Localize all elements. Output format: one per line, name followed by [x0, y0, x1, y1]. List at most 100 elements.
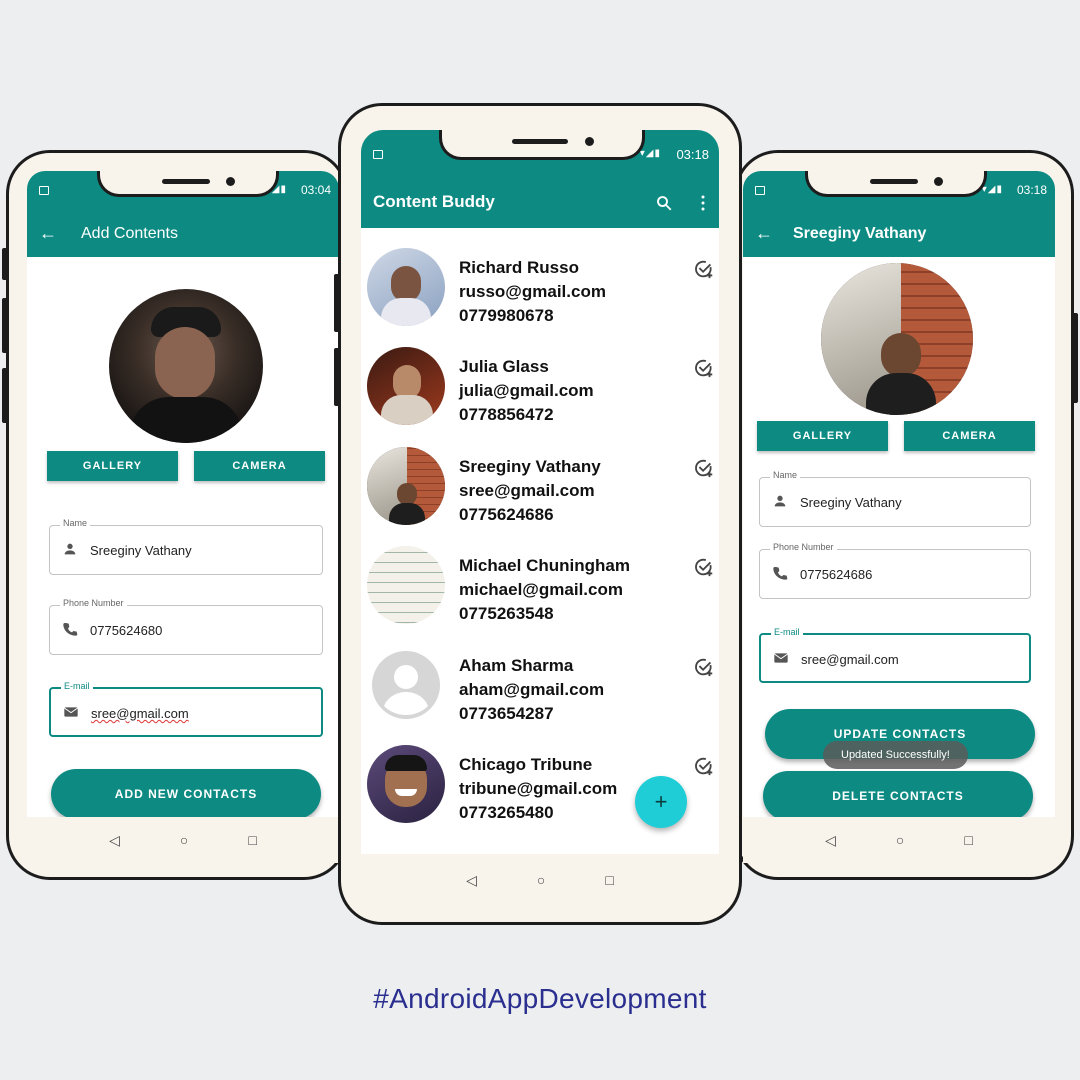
contact-avatar: [367, 248, 445, 326]
name-field[interactable]: Name Sreeginy Vathany: [759, 470, 1031, 527]
nav-bar: ◁ ○ □: [361, 854, 719, 906]
contact-email: tribune@gmail.com: [459, 779, 618, 798]
contact-name: Michael Chuningham: [459, 556, 630, 575]
email-field[interactable]: E-mail sree@gmail.com: [759, 627, 1031, 683]
app-bar: ← Add Contents: [27, 211, 339, 257]
contact-avatar: [367, 745, 445, 823]
signal-icon: ▾◢▮: [981, 184, 1003, 195]
name-field[interactable]: Name Sreeginy Vathany: [49, 518, 323, 575]
toast-message: Updated Successfully!: [823, 741, 968, 769]
contact-email: aham@gmail.com: [459, 680, 605, 699]
center-screen: ▾◢▮ 03:18 Content Buddy Richard Russo ru…: [361, 130, 719, 862]
add-task-icon[interactable]: [693, 656, 715, 678]
image-notification-icon: [755, 186, 765, 195]
email-field[interactable]: E-mail sree@gmail.com: [49, 681, 323, 737]
photo-shirt: [866, 373, 936, 415]
name-value: Sreeginy Vathany: [90, 543, 192, 558]
contact-email: michael@gmail.com: [459, 580, 623, 599]
phone-value: 0775624680: [90, 623, 163, 638]
person-icon: [64, 543, 76, 555]
camera-button[interactable]: CAMERA: [904, 421, 1035, 451]
front-camera: [585, 137, 594, 146]
speaker: [162, 179, 210, 184]
contact-item[interactable]: Richard Russo russo@gmail.com 0779980678: [361, 236, 719, 335]
contact-avatar: [367, 646, 445, 724]
nav-home-icon[interactable]: ○: [896, 832, 904, 848]
gallery-button[interactable]: GALLERY: [757, 421, 888, 451]
contact-item[interactable]: Michael Chuningham michael@gmail.com 077…: [361, 534, 719, 633]
camera-button[interactable]: CAMERA: [194, 451, 325, 481]
contact-phone: 0779980678: [459, 306, 554, 325]
right-phone-side-button: [1072, 313, 1078, 403]
nav-back-icon[interactable]: ◁: [109, 832, 120, 849]
contact-item[interactable]: Aham Sharma aham@gmail.com 0773654287: [361, 634, 719, 733]
left-phone-side-button: [2, 298, 8, 353]
center-phone: ▾◢▮ 03:18 Content Buddy Richard Russo ru…: [334, 103, 742, 925]
right-screen: ▾◢▮ 03:18 ← Sreeginy Vathany GALLERY CAM…: [743, 171, 1055, 819]
photo-face: [155, 327, 215, 399]
email-label: E-mail: [61, 681, 93, 691]
signal-icon: ▾◢▮: [639, 148, 661, 159]
contact-name: Julia Glass: [459, 357, 549, 376]
nav-back-icon[interactable]: ◁: [825, 832, 836, 849]
app-bar: Content Buddy: [361, 178, 719, 228]
nav-back-icon[interactable]: ◁: [466, 872, 477, 889]
contact-item[interactable]: Sreeginy Vathany sree@gmail.com 07756246…: [361, 435, 719, 534]
status-time: 03:18: [1016, 183, 1047, 197]
delete-contacts-button[interactable]: DELETE CONTACTS: [763, 771, 1033, 819]
email-value: sree@gmail.com: [801, 652, 899, 667]
contact-item[interactable]: Julia Glass julia@gmail.com 0778856472: [361, 335, 719, 434]
page-title: Sreeginy Vathany: [793, 225, 927, 242]
left-phone: ▾◢▮ 03:04 ← Add Contents GALLERY CAMERA …: [2, 150, 352, 880]
nav-home-icon[interactable]: ○: [180, 832, 188, 848]
contact-avatar: [367, 347, 445, 425]
contact-phone: 0775263548: [459, 604, 554, 623]
photo-face: [881, 333, 921, 377]
center-phone-side-button: [334, 274, 340, 332]
contact-avatar: [367, 447, 445, 525]
add-task-icon[interactable]: [693, 755, 715, 777]
contact-email: sree@gmail.com: [459, 481, 595, 500]
phone-notch: [439, 130, 645, 160]
add-task-icon[interactable]: [693, 457, 715, 479]
phone-label: Phone Number: [60, 598, 127, 608]
add-task-icon[interactable]: [693, 357, 715, 379]
nav-bar: ◁ ○ □: [743, 817, 1055, 863]
nav-home-icon[interactable]: ○: [537, 872, 545, 888]
nav-recents-icon[interactable]: □: [964, 832, 972, 848]
email-value: sree@gmail.com: [91, 706, 189, 721]
nav-recents-icon[interactable]: □: [248, 832, 256, 848]
app-bar: ← Sreeginy Vathany: [743, 211, 1055, 257]
phone-value: 0775624686: [800, 567, 873, 582]
back-arrow-icon[interactable]: ←: [39, 223, 57, 244]
status-time: 03:04: [300, 183, 331, 197]
phone-field[interactable]: Phone Number 0775624686: [759, 542, 1031, 599]
back-arrow-icon[interactable]: ←: [755, 223, 773, 244]
contact-name: Aham Sharma: [459, 656, 574, 675]
phone-field[interactable]: Phone Number 0775624680: [49, 598, 323, 655]
contact-name: Chicago Tribune: [459, 755, 593, 774]
left-phone-side-button: [2, 248, 8, 280]
gallery-button[interactable]: GALLERY: [47, 451, 178, 481]
search-icon[interactable]: [655, 194, 673, 212]
more-vert-icon[interactable]: [695, 194, 711, 212]
nav-recents-icon[interactable]: □: [605, 872, 613, 888]
photo-shirt: [129, 397, 243, 443]
contact-email: julia@gmail.com: [459, 381, 594, 400]
front-camera: [934, 177, 943, 186]
phone-icon: [63, 623, 78, 636]
contact-phone: 0775624686: [459, 505, 554, 524]
add-contact-fab[interactable]: +: [635, 776, 687, 828]
speaker: [512, 139, 568, 144]
mail-icon: [774, 653, 788, 663]
left-screen: ▾◢▮ 03:04 ← Add Contents GALLERY CAMERA …: [27, 171, 339, 819]
add-new-contacts-button[interactable]: ADD NEW CONTACTS: [51, 769, 321, 819]
contact-name: Sreeginy Vathany: [459, 457, 601, 476]
contact-avatar: [367, 546, 445, 624]
add-task-icon[interactable]: [693, 556, 715, 578]
front-camera: [226, 177, 235, 186]
mail-icon: [64, 707, 78, 717]
image-notification-icon: [39, 186, 49, 195]
image-notification-icon: [373, 150, 383, 159]
add-task-icon[interactable]: [693, 258, 715, 280]
